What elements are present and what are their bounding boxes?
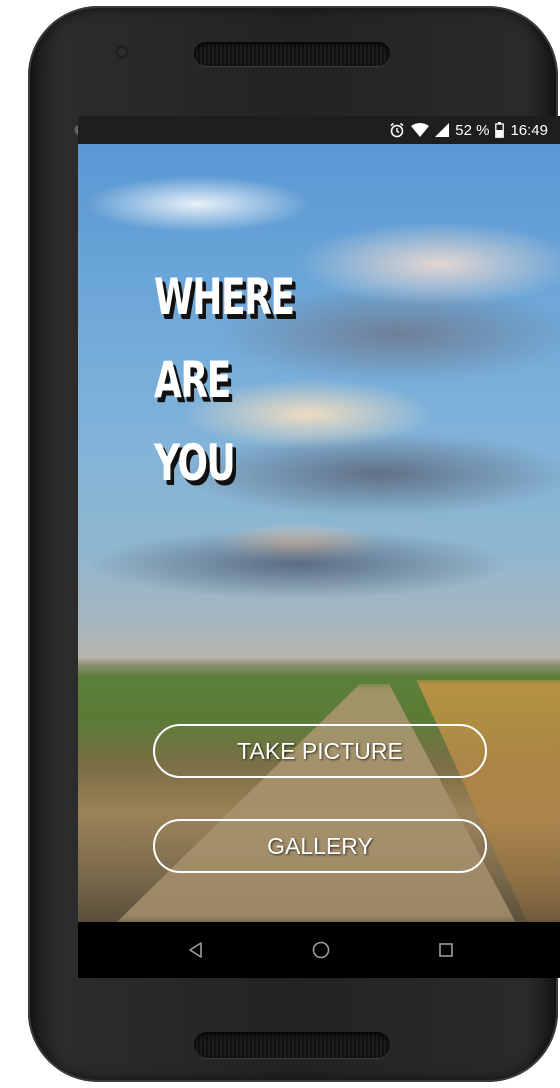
headline-line-1: WHERE bbox=[154, 268, 295, 326]
back-icon[interactable] bbox=[176, 930, 216, 970]
front-camera bbox=[116, 46, 128, 58]
gallery-button[interactable]: GALLERY bbox=[153, 819, 487, 873]
alarm-icon bbox=[389, 122, 405, 138]
phone-frame: 52 % 16:49 WHERE ARE YOU TAKE PICTURE GA… bbox=[28, 6, 560, 1082]
signal-icon bbox=[435, 123, 450, 137]
navigation-bar bbox=[78, 922, 560, 978]
headline: WHERE ARE YOU bbox=[154, 256, 295, 505]
status-bar: 52 % 16:49 bbox=[78, 116, 560, 144]
clock: 16:49 bbox=[510, 121, 548, 139]
battery-icon bbox=[495, 122, 505, 138]
take-picture-button[interactable]: TAKE PICTURE bbox=[153, 724, 487, 778]
wifi-icon bbox=[411, 123, 430, 137]
headline-line-3: YOU bbox=[154, 434, 236, 492]
battery-percent: 52 % bbox=[455, 121, 490, 139]
recents-icon[interactable] bbox=[426, 930, 466, 970]
headline-line-2: ARE bbox=[154, 351, 231, 409]
background-image: WHERE ARE YOU TAKE PICTURE GALLERY bbox=[78, 144, 560, 922]
bottom-speaker bbox=[194, 1032, 390, 1058]
screen: 52 % 16:49 WHERE ARE YOU TAKE PICTURE GA… bbox=[78, 116, 560, 978]
earpiece-speaker bbox=[194, 42, 390, 66]
home-icon[interactable] bbox=[301, 930, 341, 970]
